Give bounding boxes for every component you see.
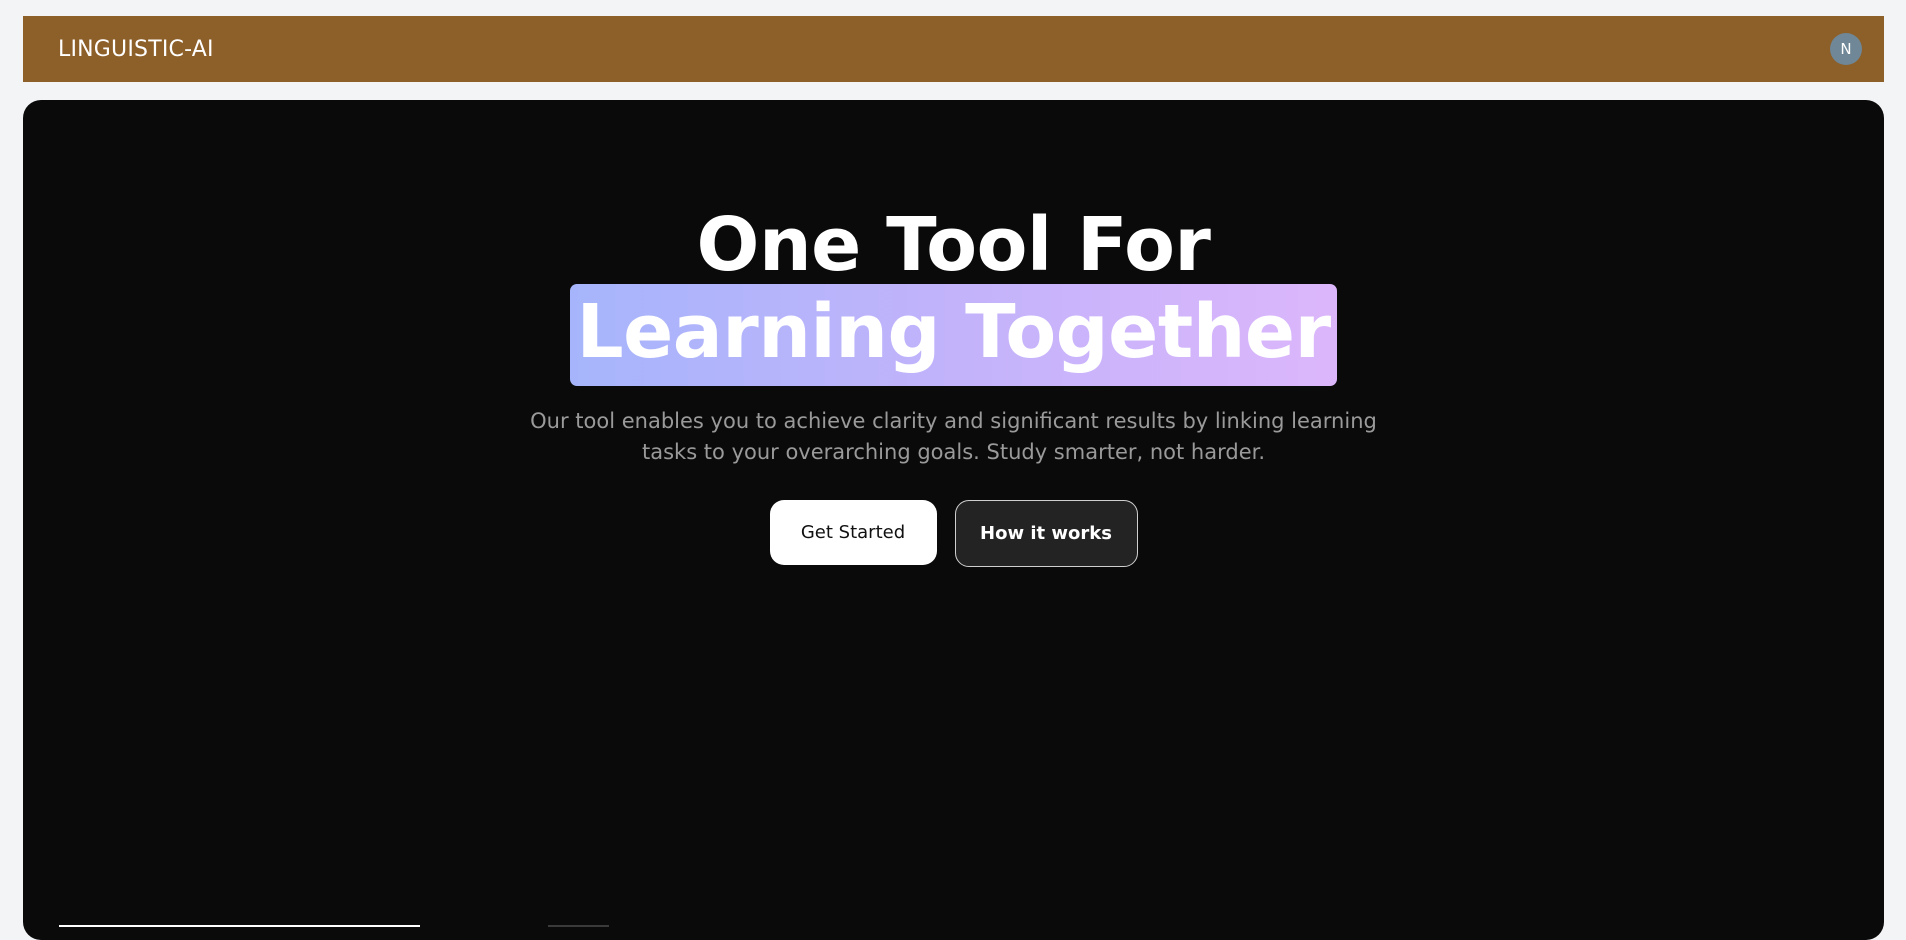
hero-headline-highlight: Learning Together <box>570 284 1337 386</box>
hero-section: One Tool For Learning Together Our tool … <box>23 100 1884 940</box>
hero-actions: Get Started How it works <box>23 500 1884 567</box>
brand-logo-text[interactable]: LINGUISTIC-AI <box>58 37 214 62</box>
hero-subtext: Our tool enables you to achieve clarity … <box>23 406 1884 468</box>
user-avatar[interactable]: N <box>1830 33 1862 65</box>
hero-headline: One Tool For <box>696 202 1211 288</box>
how-it-works-button[interactable]: How it works <box>954 500 1138 567</box>
hero-headline-highlight-wrapper: Learning Together <box>23 284 1884 386</box>
hero-subtext-line-1: Our tool enables you to achieve clarity … <box>530 409 1377 433</box>
hero-subtext-line-2: tasks to your overarching goals. Study s… <box>641 440 1265 464</box>
top-navbar: LINGUISTIC-AI N <box>23 16 1884 82</box>
get-started-button[interactable]: Get Started <box>769 500 937 565</box>
